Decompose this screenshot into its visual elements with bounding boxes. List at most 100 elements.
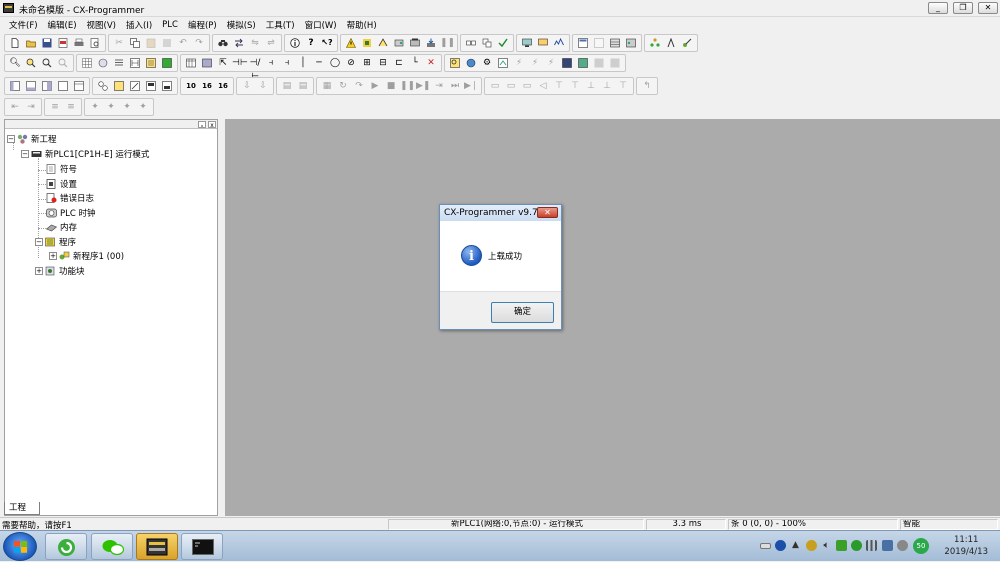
symbol-table-icon[interactable]	[664, 36, 678, 50]
fb-5-icon[interactable]: ✦	[88, 100, 102, 114]
compare-icon[interactable]	[480, 36, 494, 50]
data-trace-icon[interactable]	[552, 36, 566, 50]
menu-tools[interactable]: 工具(T)	[261, 19, 300, 31]
sheet-4-icon[interactable]	[608, 56, 622, 70]
menu-insert[interactable]: 插入(I)	[121, 19, 157, 31]
menu-program[interactable]: 编程(P)	[183, 19, 222, 31]
contact-nc-icon[interactable]: ⊣/⊢	[248, 56, 262, 82]
usb-icon[interactable]	[836, 540, 847, 551]
simulator-icon[interactable]: ▦	[320, 79, 334, 93]
differential-monitor-icon[interactable]	[536, 36, 550, 50]
open-folder-icon[interactable]	[24, 36, 38, 50]
print-icon[interactable]	[72, 36, 86, 50]
pdf-icon[interactable]	[56, 36, 70, 50]
tray-badge-icon[interactable]: 50	[913, 538, 929, 554]
delete-element-icon[interactable]: ✕	[424, 56, 438, 70]
warning-icon[interactable]	[344, 36, 358, 50]
compile-icon[interactable]	[464, 36, 478, 50]
network-signal-icon[interactable]	[866, 540, 877, 551]
properties-icon[interactable]	[288, 36, 302, 50]
contact-or-nc-icon[interactable]: ⫞	[280, 56, 294, 70]
menu-help[interactable]: 帮助(H)	[342, 19, 382, 31]
start-button[interactable]	[3, 532, 37, 561]
output-icon[interactable]: └	[408, 56, 422, 70]
copy-icon[interactable]	[128, 36, 142, 50]
tree-node-new-program[interactable]: + 新程序1 (00)	[49, 249, 124, 263]
fb-7-icon[interactable]: ✦	[120, 100, 134, 114]
output-window-icon[interactable]	[24, 79, 38, 93]
panel-close-button[interactable]: x	[208, 121, 216, 129]
menu-file[interactable]: 文件(F)	[4, 19, 43, 31]
coil-nc-icon[interactable]: ⊘	[344, 56, 358, 70]
fb-2-icon[interactable]: ⇥	[24, 100, 38, 114]
expand-toggle[interactable]: +	[35, 267, 43, 275]
taskbar-cx-programmer-app[interactable]	[136, 533, 178, 560]
force-on-icon[interactable]	[496, 56, 510, 70]
tree-node-function-blocks[interactable]: + 功能块	[35, 264, 85, 278]
rung-1-icon[interactable]: ▭	[488, 79, 502, 93]
reset-icon[interactable]: ▶❘	[464, 79, 478, 93]
plc-transfer-icon[interactable]	[392, 36, 406, 50]
work-online-icon[interactable]	[360, 36, 374, 50]
address-reference-icon[interactable]: ⇌	[264, 36, 278, 50]
taskbar-terminal-app[interactable]	[181, 533, 223, 560]
save-icon[interactable]	[40, 36, 54, 50]
monitor-icon[interactable]	[520, 36, 534, 50]
help-tray-icon[interactable]	[775, 540, 786, 551]
watch-window-icon[interactable]	[40, 79, 54, 93]
set-icon[interactable]: ⚡	[544, 56, 558, 70]
collapse-toggle[interactable]: −	[7, 135, 15, 143]
fb-6-icon[interactable]: ✦	[104, 100, 118, 114]
tree-node-settings[interactable]: 设置	[46, 177, 77, 191]
contact-no-icon[interactable]: ⊣⊢	[232, 56, 248, 70]
sheet-3-icon[interactable]	[592, 56, 606, 70]
tab-project[interactable]: 工程	[4, 502, 40, 515]
cut-icon[interactable]: ✂	[112, 36, 126, 50]
stop-icon[interactable]: ■	[384, 79, 398, 93]
continuous-step-icon[interactable]: ⇥	[432, 79, 446, 93]
rung-9-icon[interactable]: ⊤	[616, 79, 630, 93]
replace-icon[interactable]	[232, 36, 246, 50]
find-icon[interactable]	[216, 36, 230, 50]
tree-node-error-log[interactable]: 错误日志	[46, 191, 94, 205]
redo-icon[interactable]: ↷	[192, 36, 206, 50]
taskbar-browser-app[interactable]	[45, 533, 87, 560]
ladder-sheet-icon[interactable]	[560, 56, 574, 70]
step-run-icon[interactable]: ⇩	[256, 79, 270, 93]
tree-node-project[interactable]: − 新工程	[7, 132, 57, 146]
rung-list-icon[interactable]	[112, 56, 126, 70]
menu-window[interactable]: 窗口(W)	[300, 19, 342, 31]
restore-button[interactable]: ❐	[953, 2, 973, 14]
cross-reference-icon[interactable]: ⇋	[248, 36, 262, 50]
rung-3-icon[interactable]: ▭	[520, 79, 534, 93]
menu-simulate[interactable]: 模拟(S)	[222, 19, 261, 31]
bit-icon[interactable]: ⊏	[392, 56, 406, 70]
delete-icon[interactable]	[160, 36, 174, 50]
fb-1-icon[interactable]: ⇤	[8, 100, 22, 114]
undo-icon[interactable]: ↶	[176, 36, 190, 50]
hex-16-button[interactable]: 16	[200, 79, 214, 93]
collapse-toggle[interactable]: −	[35, 238, 43, 246]
window-tile-icon[interactable]	[592, 36, 606, 50]
debug-1-icon[interactable]: ▤	[280, 79, 294, 93]
pause-icon[interactable]: ❚❚	[440, 36, 455, 50]
volume-icon[interactable]: 🔈︎	[821, 540, 832, 551]
rung-6-icon[interactable]: ⊤	[568, 79, 582, 93]
display-window-icon[interactable]	[144, 79, 158, 93]
expand-toggle[interactable]: +	[49, 252, 57, 260]
help-icon[interactable]: ?	[304, 36, 318, 50]
force-off-icon[interactable]: ⚡	[512, 56, 526, 70]
sheet-2-icon[interactable]	[576, 56, 590, 70]
print-preview-icon[interactable]	[88, 36, 102, 50]
menu-view[interactable]: 视图(V)	[82, 19, 121, 31]
menu-edit[interactable]: 编辑(E)	[43, 19, 82, 31]
zoom-fit-icon[interactable]	[40, 56, 54, 70]
mnemonic-view-icon[interactable]	[144, 56, 158, 70]
zoom-reset-icon[interactable]	[56, 56, 70, 70]
edit-memory-icon[interactable]	[160, 79, 174, 93]
find-plc-icon[interactable]	[448, 56, 462, 70]
tag-icon[interactable]	[680, 36, 694, 50]
memory-view-icon[interactable]	[184, 56, 198, 70]
decimal-10-button[interactable]: 10	[184, 79, 198, 93]
section-window-icon[interactable]	[72, 79, 86, 93]
